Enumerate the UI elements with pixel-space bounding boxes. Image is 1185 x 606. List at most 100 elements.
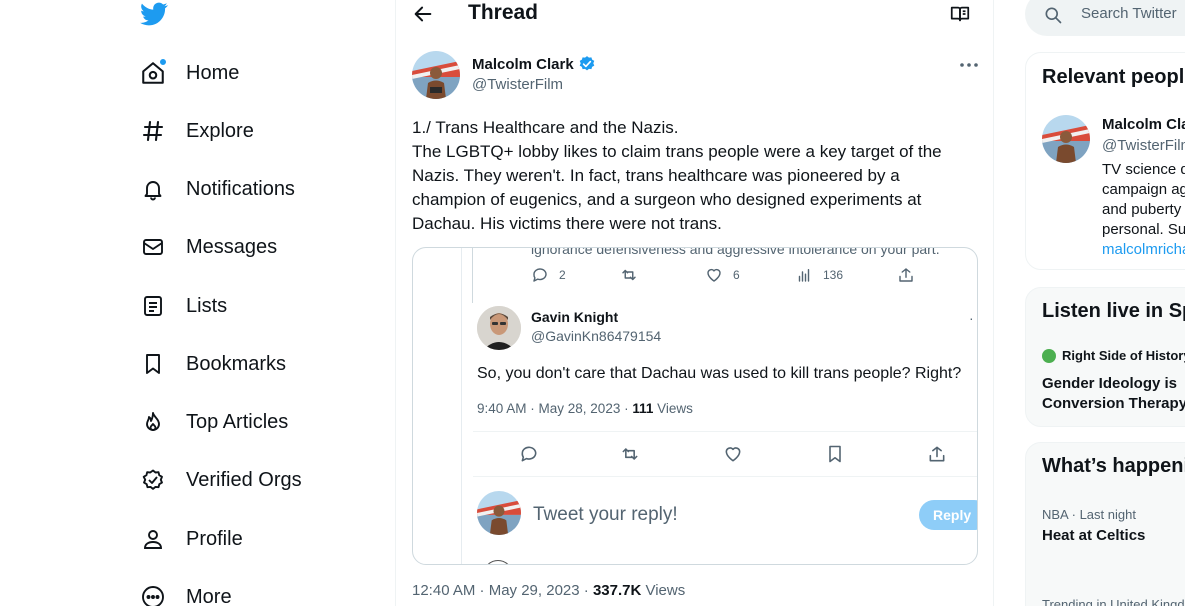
- relevant-person-avatar[interactable]: [1042, 115, 1090, 163]
- like-count: 6: [733, 268, 740, 282]
- reply-views-count: 111: [632, 401, 654, 416]
- thread-header: Thread: [396, 0, 995, 28]
- retweet-icon: [622, 448, 638, 460]
- nav-notifications[interactable]: Notifications: [138, 169, 295, 209]
- tweet-line: Dachau. His victims there were not trans…: [412, 214, 722, 233]
- nav-label: Bookmarks: [186, 352, 287, 375]
- author-avatar[interactable]: [412, 51, 460, 99]
- hashtag-icon: [138, 116, 168, 146]
- trends-title: What’s happening: [1042, 455, 1185, 477]
- thread-connector-line: [472, 248, 473, 303]
- media-retweet-stat: [620, 266, 638, 284]
- back-arrow-icon[interactable]: [412, 3, 434, 25]
- reply-icon: [521, 446, 537, 462]
- media-cut-off-text: ignorance defensiveness and aggressive i…: [531, 247, 940, 257]
- nav-bookmarks[interactable]: Bookmarks: [138, 344, 286, 384]
- nav-lists[interactable]: Lists: [138, 286, 227, 326]
- tweet-media-screenshot[interactable]: ignorance defensiveness and aggressive i…: [412, 247, 978, 565]
- tweet-views-label: Views: [641, 582, 686, 599]
- nav-label: Verified Orgs: [186, 468, 302, 491]
- verified-badge-icon: [138, 465, 168, 495]
- bio-line: and puberty blockers: [1102, 201, 1185, 218]
- nav-label: Explore: [186, 119, 254, 142]
- person-icon: [138, 524, 168, 554]
- space-host[interactable]: Right Side of History: [1042, 348, 1185, 363]
- tweet-time[interactable]: 12:40 AM · May 29, 2023 ·: [412, 582, 593, 599]
- reply-author-name: Gavin Knight: [531, 309, 619, 325]
- nav-profile[interactable]: Profile: [138, 519, 243, 559]
- nav-label: More: [186, 585, 232, 606]
- nav-verified-orgs[interactable]: Verified Orgs: [138, 460, 302, 500]
- reply-icon: [533, 268, 547, 282]
- spaces-title: Listen live in Spaces: [1042, 300, 1185, 322]
- relevant-people-card: Relevant people Malcolm Clark @TwisterFi…: [1025, 52, 1185, 270]
- share-icon: [899, 268, 913, 282]
- trend-topic[interactable]: Heat at Celtics: [1042, 527, 1145, 544]
- trends-card: What’s happening NBA · Last night Heat a…: [1025, 442, 1185, 606]
- more-options-icon[interactable]: [958, 58, 980, 72]
- space-host-icon: [1042, 348, 1056, 363]
- tweet-text: 1./ Trans Healthcare and the Nazis. The …: [412, 116, 972, 236]
- nav-label: Top Articles: [186, 410, 289, 433]
- notification-dot: [159, 58, 167, 66]
- reply-author-handle: @GavinKn86479154: [531, 328, 662, 344]
- tweet-line: champion of eugenics, and a surgeon who …: [412, 190, 922, 209]
- current-user-avatar: [477, 491, 521, 535]
- nav-label: Profile: [186, 527, 243, 550]
- tweet-meta: 12:40 AM · May 29, 2023 · 337.7K Views: [412, 582, 685, 599]
- right-sidebar: Search Twitter Relevant people Malcolm C…: [1025, 0, 1185, 606]
- twitter-bird-logo-icon[interactable]: [138, 0, 170, 28]
- author-name-text: Malcolm Clark: [472, 55, 574, 73]
- relevant-person-name[interactable]: Malcolm Clark: [1102, 116, 1185, 133]
- main-column: Thread Malcolm Clark @TwisterFilm 1./ Tr…: [395, 0, 994, 606]
- next-avatar-partial: [483, 560, 513, 564]
- author-handle[interactable]: @TwisterFilm: [472, 76, 563, 93]
- nav-top-articles[interactable]: Top Articles: [138, 402, 288, 442]
- tweet-line: Nazis. They weren't. In fact, trans heal…: [412, 166, 900, 185]
- verified-check-icon: [579, 56, 594, 71]
- author-name[interactable]: Malcolm Clark: [472, 55, 596, 73]
- heart-icon: [725, 447, 741, 462]
- retweet-icon: [622, 269, 636, 281]
- nav-home[interactable]: Home: [138, 53, 239, 93]
- media-share-stat: [897, 266, 915, 284]
- tweet-line: The LGBTQ+ lobby likes to claim trans pe…: [412, 142, 942, 161]
- bio-link[interactable]: malcolmrichardclark: [1102, 240, 1185, 260]
- media-divider-line: [461, 248, 462, 564]
- tweet-line: 1./ Trans Healthcare and the Nazis.: [412, 118, 679, 137]
- reply-button: Reply: [919, 500, 977, 530]
- space-host-name: Right Side of History: [1062, 348, 1185, 363]
- bookmark-icon: [829, 445, 841, 463]
- spaces-card: Listen live in Spaces Right Side of Hist…: [1025, 287, 1185, 427]
- nav-messages[interactable]: Messages: [138, 227, 277, 267]
- trend-meta: Trending in United Kingdom: [1042, 597, 1185, 606]
- bio-line: personal. Sub: [1102, 221, 1185, 238]
- reply-time: 9:40 AM · May 28, 2023 ·: [477, 401, 633, 416]
- trend-meta: NBA · Last night: [1042, 507, 1136, 522]
- reply-more-dot: ·: [969, 310, 974, 326]
- search-input[interactable]: Search Twitter: [1081, 5, 1177, 22]
- share-icon: [929, 446, 945, 462]
- relevant-person-handle: @TwisterFilm: [1102, 137, 1185, 154]
- nav-label: Home: [186, 61, 240, 84]
- bookmark-icon: [138, 349, 168, 379]
- nav-label: Lists: [186, 294, 228, 317]
- search-icon: [1045, 7, 1062, 24]
- relevant-people-title: Relevant people: [1042, 66, 1185, 88]
- list-icon: [138, 291, 168, 321]
- reply-author-avatar: [477, 306, 521, 350]
- search-box[interactable]: Search Twitter: [1025, 0, 1185, 36]
- bio-line: TV science doc: [1102, 161, 1185, 178]
- reply-input-placeholder: Tweet your reply!: [533, 504, 678, 525]
- space-title[interactable]: Gender Ideology is Conversion Therapy: [1042, 374, 1185, 414]
- nav-more[interactable]: More: [138, 577, 232, 606]
- nav-explore[interactable]: Explore: [138, 111, 254, 151]
- reader-mode-icon[interactable]: [949, 3, 971, 25]
- views-count: 136: [823, 268, 844, 282]
- envelope-icon: [138, 232, 168, 262]
- left-sidebar: Home Explore Notifications Messages List…: [0, 0, 396, 606]
- more-circle-icon: [138, 582, 168, 606]
- media-reply-stat: 2: [531, 266, 566, 284]
- page-title: Thread: [468, 1, 539, 24]
- home-icon: [138, 58, 168, 88]
